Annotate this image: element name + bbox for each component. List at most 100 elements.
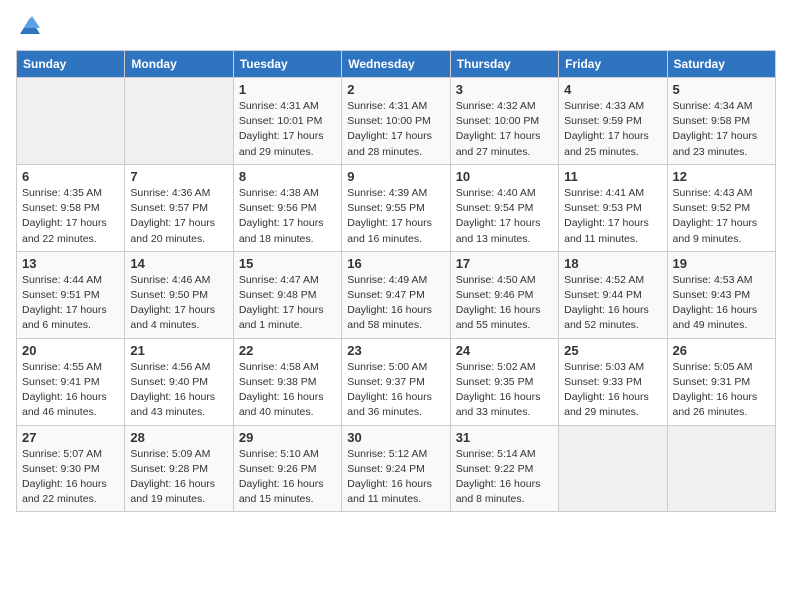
calendar-cell: 17 Sunrise: 4:50 AM Sunset: 9:46 PM Dayli… xyxy=(450,251,558,338)
day-number: 5 xyxy=(673,82,770,97)
day-info: Sunrise: 4:56 AM Sunset: 9:40 PM Dayligh… xyxy=(130,360,227,421)
day-info: Sunrise: 5:12 AM Sunset: 9:24 PM Dayligh… xyxy=(347,447,444,508)
day-number: 20 xyxy=(22,343,119,358)
calendar-week-2: 6Sunrise: 4:35 AM Sunset: 9:58 PM Daylig… xyxy=(17,164,776,251)
calendar-table: SundayMondayTuesdayWednesdayThursdayFrid… xyxy=(16,50,776,512)
calendar-week-5: 27Sunrise: 5:07 AM Sunset: 9:30 PM Dayli… xyxy=(17,425,776,512)
day-number: 19 xyxy=(673,256,770,271)
day-number: 11 xyxy=(564,169,661,184)
day-info: Sunrise: 5:02 AM Sunset: 9:35 PM Dayligh… xyxy=(456,360,553,421)
day-number: 14 xyxy=(130,256,227,271)
day-number: 26 xyxy=(673,343,770,358)
calendar-cell: 21 Sunrise: 4:56 AM Sunset: 9:40 PM Dayli… xyxy=(125,338,233,425)
day-info: Sunrise: 5:14 AM Sunset: 9:22 PM Dayligh… xyxy=(456,447,553,508)
day-info: Sunrise: 5:05 AM Sunset: 9:31 PM Dayligh… xyxy=(673,360,770,421)
day-info: Sunrise: 4:36 AM Sunset: 9:57 PM Dayligh… xyxy=(130,186,227,247)
day-info: Sunrise: 4:53 AM Sunset: 9:43 PM Dayligh… xyxy=(673,273,770,334)
calendar-week-3: 13 Sunrise: 4:44 AM Sunset: 9:51 PM Dayli… xyxy=(17,251,776,338)
day-number: 31 xyxy=(456,430,553,445)
day-info: Sunrise: 4:33 AM Sunset: 9:59 PM Dayligh… xyxy=(564,99,661,160)
header-wednesday: Wednesday xyxy=(342,51,450,78)
calendar-cell: 15 Sunrise: 4:47 AM Sunset: 9:48 PM Dayli… xyxy=(233,251,341,338)
calendar-cell: 26 Sunrise: 5:05 AM Sunset: 9:31 PM Dayli… xyxy=(667,338,775,425)
day-number: 12 xyxy=(673,169,770,184)
day-number: 30 xyxy=(347,430,444,445)
day-number: 28 xyxy=(130,430,227,445)
day-info: Sunrise: 4:55 AM Sunset: 9:41 PM Dayligh… xyxy=(22,360,119,421)
day-number: 25 xyxy=(564,343,661,358)
day-info: Sunrise: 4:34 AM Sunset: 9:58 PM Dayligh… xyxy=(673,99,770,160)
day-info: Sunrise: 4:46 AM Sunset: 9:50 PM Dayligh… xyxy=(130,273,227,334)
day-info: Sunrise: 4:39 AM Sunset: 9:55 PM Dayligh… xyxy=(347,186,444,247)
day-number: 29 xyxy=(239,430,336,445)
calendar-cell: 12 Sunrise: 4:43 AM Sunset: 9:52 PM Dayli… xyxy=(667,164,775,251)
day-number: 24 xyxy=(456,343,553,358)
day-info: Sunrise: 5:10 AM Sunset: 9:26 PM Dayligh… xyxy=(239,447,336,508)
calendar-cell: 22Sunrise: 4:58 AM Sunset: 9:38 PM Dayli… xyxy=(233,338,341,425)
calendar-cell: 24 Sunrise: 5:02 AM Sunset: 9:35 PM Dayli… xyxy=(450,338,558,425)
day-info: Sunrise: 4:47 AM Sunset: 9:48 PM Dayligh… xyxy=(239,273,336,334)
day-info: Sunrise: 4:49 AM Sunset: 9:47 PM Dayligh… xyxy=(347,273,444,334)
day-number: 18 xyxy=(564,256,661,271)
calendar-cell: 18 Sunrise: 4:52 AM Sunset: 9:44 PM Dayli… xyxy=(559,251,667,338)
day-number: 4 xyxy=(564,82,661,97)
calendar-cell: 7 Sunrise: 4:36 AM Sunset: 9:57 PM Daylig… xyxy=(125,164,233,251)
day-number: 6 xyxy=(22,169,119,184)
day-info: Sunrise: 4:31 AM Sunset: 10:01 PM Daylig… xyxy=(239,99,336,160)
day-info: Sunrise: 4:52 AM Sunset: 9:44 PM Dayligh… xyxy=(564,273,661,334)
calendar-cell: 30 Sunrise: 5:12 AM Sunset: 9:24 PM Dayli… xyxy=(342,425,450,512)
calendar-cell: 25 Sunrise: 5:03 AM Sunset: 9:33 PM Dayli… xyxy=(559,338,667,425)
day-info: Sunrise: 4:38 AM Sunset: 9:56 PM Dayligh… xyxy=(239,186,336,247)
calendar-cell: 5 Sunrise: 4:34 AM Sunset: 9:58 PM Daylig… xyxy=(667,78,775,165)
day-info: Sunrise: 5:09 AM Sunset: 9:28 PM Dayligh… xyxy=(130,447,227,508)
day-info: Sunrise: 4:43 AM Sunset: 9:52 PM Dayligh… xyxy=(673,186,770,247)
header-thursday: Thursday xyxy=(450,51,558,78)
day-info: Sunrise: 4:44 AM Sunset: 9:51 PM Dayligh… xyxy=(22,273,119,334)
calendar-cell: 13 Sunrise: 4:44 AM Sunset: 9:51 PM Dayli… xyxy=(17,251,125,338)
calendar-cell xyxy=(559,425,667,512)
day-number: 15 xyxy=(239,256,336,271)
calendar-cell: 27Sunrise: 5:07 AM Sunset: 9:30 PM Dayli… xyxy=(17,425,125,512)
calendar-cell: 3Sunrise: 4:32 AM Sunset: 10:00 PM Dayli… xyxy=(450,78,558,165)
calendar-cell xyxy=(125,78,233,165)
header-monday: Monday xyxy=(125,51,233,78)
header-friday: Friday xyxy=(559,51,667,78)
logo-icon xyxy=(18,16,42,40)
calendar-cell: 9Sunrise: 4:39 AM Sunset: 9:55 PM Daylig… xyxy=(342,164,450,251)
day-number: 7 xyxy=(130,169,227,184)
calendar-cell: 19 Sunrise: 4:53 AM Sunset: 9:43 PM Dayli… xyxy=(667,251,775,338)
header-tuesday: Tuesday xyxy=(233,51,341,78)
calendar-cell: 1 Sunrise: 4:31 AM Sunset: 10:01 PM Dayli… xyxy=(233,78,341,165)
calendar-cell: 8Sunrise: 4:38 AM Sunset: 9:56 PM Daylig… xyxy=(233,164,341,251)
day-number: 17 xyxy=(456,256,553,271)
header-saturday: Saturday xyxy=(667,51,775,78)
day-number: 23 xyxy=(347,343,444,358)
calendar-cell: 4 Sunrise: 4:33 AM Sunset: 9:59 PM Daylig… xyxy=(559,78,667,165)
day-number: 2 xyxy=(347,82,444,97)
calendar-cell: 14 Sunrise: 4:46 AM Sunset: 9:50 PM Dayli… xyxy=(125,251,233,338)
calendar-cell: 23 Sunrise: 5:00 AM Sunset: 9:37 PM Dayli… xyxy=(342,338,450,425)
calendar-week-1: 1 Sunrise: 4:31 AM Sunset: 10:01 PM Dayli… xyxy=(17,78,776,165)
calendar-header-row: SundayMondayTuesdayWednesdayThursdayFrid… xyxy=(17,51,776,78)
calendar-cell: 6Sunrise: 4:35 AM Sunset: 9:58 PM Daylig… xyxy=(17,164,125,251)
calendar-cell: 16 Sunrise: 4:49 AM Sunset: 9:47 PM Dayli… xyxy=(342,251,450,338)
day-number: 3 xyxy=(456,82,553,97)
day-info: Sunrise: 4:41 AM Sunset: 9:53 PM Dayligh… xyxy=(564,186,661,247)
logo xyxy=(16,16,42,40)
day-info: Sunrise: 5:00 AM Sunset: 9:37 PM Dayligh… xyxy=(347,360,444,421)
calendar-cell: 20 Sunrise: 4:55 AM Sunset: 9:41 PM Dayli… xyxy=(17,338,125,425)
day-number: 27 xyxy=(22,430,119,445)
day-number: 1 xyxy=(239,82,336,97)
day-number: 21 xyxy=(130,343,227,358)
day-info: Sunrise: 4:40 AM Sunset: 9:54 PM Dayligh… xyxy=(456,186,553,247)
calendar-cell xyxy=(667,425,775,512)
day-number: 16 xyxy=(347,256,444,271)
day-number: 13 xyxy=(22,256,119,271)
calendar-cell: 11 Sunrise: 4:41 AM Sunset: 9:53 PM Dayli… xyxy=(559,164,667,251)
header-sunday: Sunday xyxy=(17,51,125,78)
day-number: 22 xyxy=(239,343,336,358)
calendar-cell: 10Sunrise: 4:40 AM Sunset: 9:54 PM Dayli… xyxy=(450,164,558,251)
day-info: Sunrise: 5:03 AM Sunset: 9:33 PM Dayligh… xyxy=(564,360,661,421)
calendar-cell: 31 Sunrise: 5:14 AM Sunset: 9:22 PM Dayli… xyxy=(450,425,558,512)
day-info: Sunrise: 4:50 AM Sunset: 9:46 PM Dayligh… xyxy=(456,273,553,334)
